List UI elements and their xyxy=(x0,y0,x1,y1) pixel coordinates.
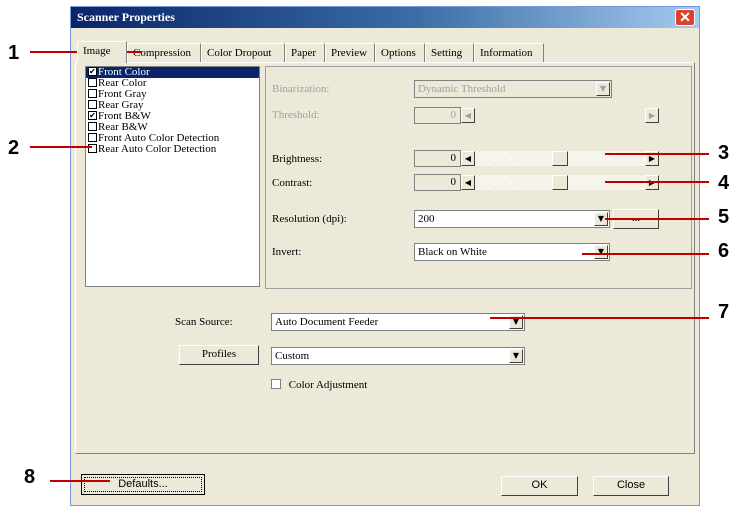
callout-line xyxy=(605,153,709,155)
checkbox-icon[interactable] xyxy=(88,121,97,131)
threshold-value: 0 xyxy=(414,107,461,124)
callout-line xyxy=(30,146,92,148)
profiles-select[interactable]: Custom ▼ xyxy=(271,347,525,365)
color-adjustment-label: Color Adjustment xyxy=(288,379,368,391)
callout-line xyxy=(605,218,709,220)
brightness-value: 0 xyxy=(414,150,461,167)
arrow-left-icon[interactable]: ◀ xyxy=(461,151,475,166)
callout-number: 3 xyxy=(718,142,730,164)
contrast-value: 0 xyxy=(414,174,461,191)
defaults-button[interactable]: Defaults... xyxy=(81,474,205,495)
tab-preview[interactable]: Preview xyxy=(325,43,375,62)
list-item[interactable]: Rear Auto Color Detection xyxy=(86,144,259,155)
title-bar[interactable]: Scanner Properties ✕ xyxy=(71,7,699,28)
profiles-button[interactable]: Profiles xyxy=(179,345,259,365)
slider-thumb[interactable] xyxy=(552,175,568,190)
scan-source-value: Auto Document Feeder xyxy=(275,316,379,328)
resolution-value: 200 xyxy=(418,213,435,225)
callout-number: 2 xyxy=(8,137,20,159)
tab-image[interactable]: Image xyxy=(77,41,127,63)
tab-paper[interactable]: Paper xyxy=(285,43,325,62)
callout-number: 1 xyxy=(8,42,20,64)
image-type-list[interactable]: ✔ Front Color Rear Color Front Gray Rear … xyxy=(85,66,260,287)
callout-number: 4 xyxy=(718,172,730,194)
slider-thumb[interactable] xyxy=(552,151,568,166)
resolution-label: Resolution (dpi): xyxy=(272,213,347,225)
callout-line xyxy=(50,480,110,482)
callout-line xyxy=(582,253,709,255)
ok-button[interactable]: OK xyxy=(501,476,578,496)
arrow-left-icon[interactable]: ◀ xyxy=(461,175,475,190)
callout-number: 5 xyxy=(718,206,730,228)
chevron-down-icon[interactable]: ▼ xyxy=(596,82,610,96)
color-adjustment-checkbox[interactable]: Color Adjustment xyxy=(271,379,367,391)
callout-line xyxy=(490,317,709,319)
invert-label: Invert: xyxy=(272,246,302,258)
brightness-label: Brightness: xyxy=(272,153,323,165)
callout-number: 8 xyxy=(24,466,36,488)
close-icon[interactable]: ✕ xyxy=(675,9,695,26)
checkbox-checked-icon[interactable]: ✔ xyxy=(88,110,97,120)
slider-track[interactable] xyxy=(475,108,645,123)
close-button[interactable]: Close xyxy=(593,476,669,496)
list-item-label: Rear Auto Color Detection xyxy=(98,143,217,155)
threshold-slider[interactable]: ◀ ▶ xyxy=(461,108,659,123)
tab-options[interactable]: Options xyxy=(375,43,425,62)
binarization-value: Dynamic Threshold xyxy=(418,83,506,95)
binarization-label: Binarization: xyxy=(272,83,330,95)
threshold-label: Threshold: xyxy=(272,109,320,121)
chevron-down-icon[interactable]: ▼ xyxy=(509,349,523,363)
contrast-label: Contrast: xyxy=(272,177,313,189)
checkbox-checked-icon[interactable]: ✔ xyxy=(88,66,97,76)
callout-number: 6 xyxy=(718,240,730,262)
scanner-properties-window: Scanner Properties ✕ Image Compression C… xyxy=(70,6,700,506)
scan-source-select[interactable]: Auto Document Feeder ▼ xyxy=(271,313,525,331)
arrow-left-icon[interactable]: ◀ xyxy=(461,108,475,123)
tab-setting[interactable]: Setting xyxy=(425,43,474,62)
checkbox-icon[interactable] xyxy=(88,132,97,142)
checkbox-icon[interactable] xyxy=(88,77,97,87)
checkbox-icon[interactable] xyxy=(88,88,97,98)
binarization-select[interactable]: Dynamic Threshold ▼ xyxy=(414,80,612,98)
invert-select[interactable]: Black on White ▼ xyxy=(414,243,610,261)
callout-line xyxy=(605,181,709,183)
profiles-value: Custom xyxy=(275,350,310,362)
chevron-down-icon[interactable]: ▼ xyxy=(594,245,608,259)
window-title: Scanner Properties xyxy=(77,10,175,24)
tab-information[interactable]: Information xyxy=(474,43,544,62)
arrow-right-icon[interactable]: ▶ xyxy=(645,108,659,123)
checkbox-icon[interactable] xyxy=(271,379,281,390)
callout-number: 7 xyxy=(718,301,730,323)
tab-color-dropout[interactable]: Color Dropout xyxy=(201,43,285,62)
resolution-select[interactable]: 200 ▼ xyxy=(414,210,610,228)
checkbox-icon[interactable] xyxy=(88,99,97,109)
scan-source-label: Scan Source: xyxy=(175,316,233,328)
invert-value: Black on White xyxy=(418,246,487,258)
